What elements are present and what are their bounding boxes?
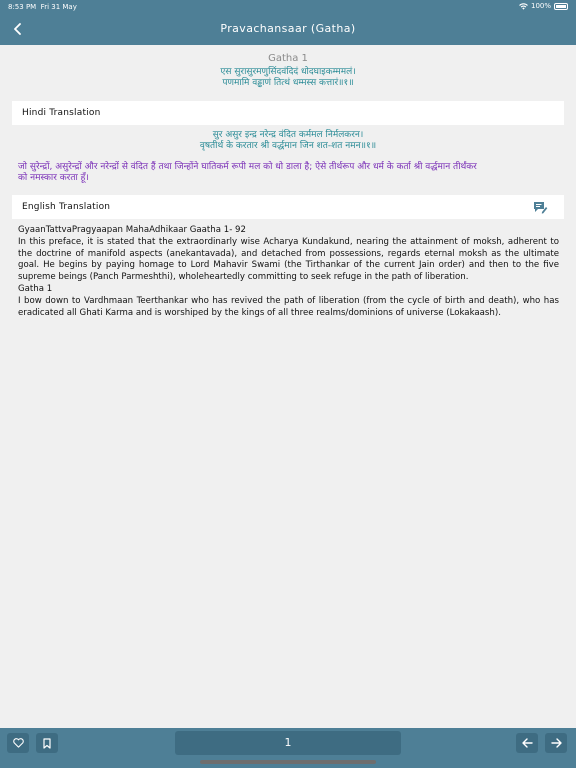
arrow-left-icon	[521, 738, 533, 748]
previous-button[interactable]	[516, 733, 538, 753]
bookmark-button[interactable]	[36, 733, 58, 753]
english-line: Gatha 1	[18, 283, 53, 294]
english-line: I bow down to Vardhmaan Teerthankar who …	[18, 295, 559, 318]
notes-edit-icon	[534, 202, 548, 214]
hindi-translation-header: Hindi Translation	[12, 101, 564, 125]
hindi-translation-label: Hindi Translation	[22, 108, 101, 118]
page-number: 1	[175, 731, 401, 755]
content-area: Gatha 1 एस सुरासुरमणुसिंदवंदिदं धोदघाइकम…	[0, 45, 576, 89]
english-line: In this preface, it is stated that the e…	[18, 236, 559, 283]
battery-icon	[554, 2, 568, 10]
arrow-right-icon	[550, 738, 562, 748]
favorite-button[interactable]	[7, 733, 29, 753]
status-bar: 8:53 PM Fri 31 May 100%	[0, 0, 576, 14]
gatha-heading: Gatha 1	[268, 53, 308, 64]
wifi-icon	[519, 2, 528, 10]
hindi-verse-line: वृषतीर्थ के करतार श्री वर्द्धमान जिन शत-…	[199, 141, 377, 151]
hindi-paragraph-line: जो सुरेन्द्रों, असुरेन्द्रों और नरेन्द्र…	[18, 162, 477, 172]
status-time: 8:53 PM Fri 31 May	[8, 3, 77, 11]
next-button[interactable]	[545, 733, 567, 753]
hindi-verse: सुर असुर इन्द्र नरेन्द्र वंदित कर्ममल नि…	[0, 130, 576, 152]
english-translation-header: English Translation	[12, 195, 564, 219]
english-translation-text: GyaanTattvaPragyaapan MahaAdhikaar Gaath…	[18, 225, 559, 319]
hindi-paragraph: जो सुरेन्द्रों, असुरेन्द्रों और नरेन्द्र…	[18, 162, 559, 184]
navigation-bar: Pravachansaar (Gatha)	[0, 14, 576, 45]
hindi-verse-line: सुर असुर इन्द्र नरेन्द्र वंदित कर्ममल नि…	[212, 130, 364, 140]
english-line: GyaanTattvaPragyaapan MahaAdhikaar Gaath…	[18, 225, 246, 235]
heart-icon	[12, 738, 24, 748]
home-indicator	[200, 760, 376, 764]
sanskrit-line: एस सुरासुरमणुसिंदवंदिदं धोदघाइकम्ममलं।	[220, 67, 356, 77]
notes-edit-button[interactable]	[533, 200, 548, 219]
battery-percent: 100%	[530, 2, 551, 10]
sanskrit-line: पणमामि वड्ढाणं तित्थं धम्मस्स कत्तारं॥१॥	[222, 78, 354, 88]
english-translation-label: English Translation	[22, 202, 111, 212]
status-right: 100%	[519, 2, 568, 10]
sanskrit-verse: एस सुरासुरमणुसिंदवंदिदं धोदघाइकम्ममलं। प…	[0, 67, 576, 89]
bookmark-icon	[43, 737, 51, 749]
page-title: Pravachansaar (Gatha)	[220, 22, 356, 35]
hindi-paragraph-line: को नमस्कार करता हूँ।	[18, 173, 89, 183]
